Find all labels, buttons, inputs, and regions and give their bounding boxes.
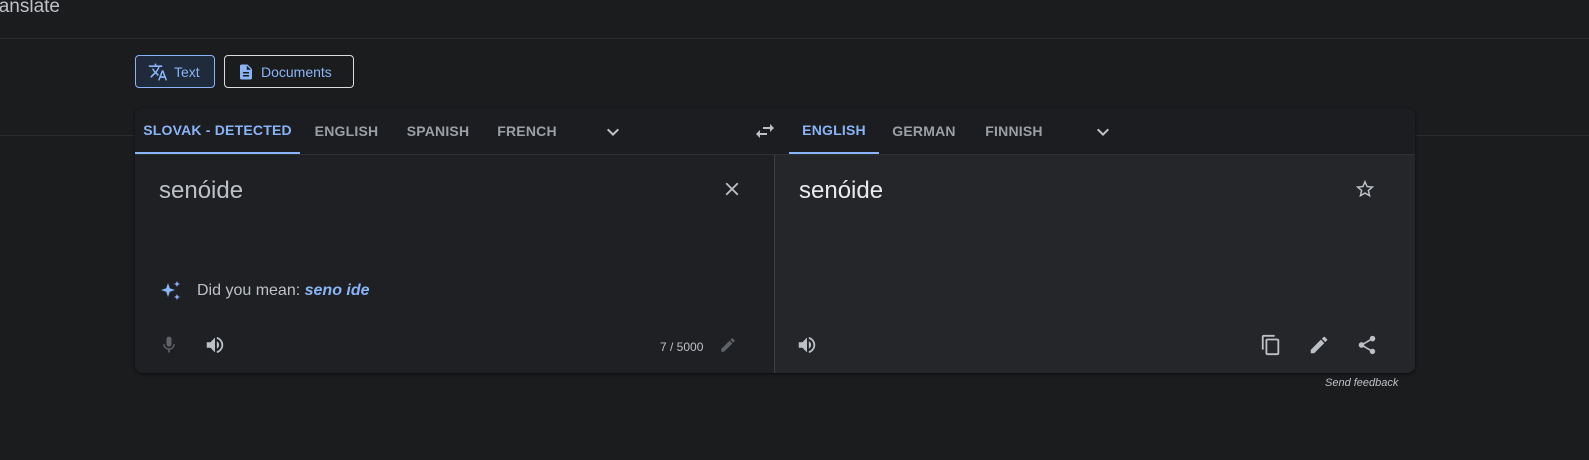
translate-page: Google Translate Text Documents SLOVAK -… [0, 0, 1589, 460]
sparkle-icon [161, 281, 180, 300]
target-speaker-icon[interactable] [793, 331, 821, 359]
translated-text: senóide [799, 177, 884, 204]
target-lang-tab-english[interactable]: ENGLISH [789, 108, 879, 154]
target-lang-tab-finnish[interactable]: FINNISH [969, 108, 1059, 154]
header-divider [0, 38, 1589, 39]
did-you-mean-suggestion-link[interactable]: seno ide [305, 282, 370, 299]
character-counter: 7 / 5000 [660, 340, 704, 354]
microphone-icon[interactable] [155, 331, 183, 359]
language-bar: SLOVAK - DETECTED ENGLISH SPANISH FRENCH… [135, 108, 1415, 155]
source-lang-tab-spanish[interactable]: SPANISH [393, 108, 483, 154]
share-icon[interactable] [1353, 331, 1381, 359]
translate-icon [148, 63, 168, 80]
clear-source-close-icon[interactable] [718, 175, 746, 203]
text-mode-label: Text [174, 63, 200, 80]
target-lang-more-chevron-down-icon[interactable] [1091, 120, 1115, 144]
document-icon [240, 64, 252, 79]
text-mode-button[interactable]: Text [135, 55, 215, 88]
source-text-input[interactable]: senóide [159, 177, 243, 205]
source-lang-more-chevron-down-icon[interactable] [601, 120, 625, 144]
edit-pencil-icon[interactable] [714, 331, 742, 359]
swap-languages-icon[interactable] [753, 119, 777, 143]
source-lang-tab-english[interactable]: ENGLISH [300, 108, 393, 154]
edit-translation-pencil-icon[interactable] [1305, 331, 1333, 359]
did-you-mean-label: Did you mean: [197, 282, 301, 299]
copy-icon[interactable] [1257, 331, 1285, 359]
send-feedback-link[interactable]: Send feedback [1325, 377, 1398, 389]
documents-mode-label: Documents [261, 63, 332, 80]
source-pane[interactable]: senóide Did you mean: seno ide 7 / 5000 [135, 155, 774, 373]
target-pane: senóide [775, 155, 1415, 373]
source-lang-tab-detected[interactable]: SLOVAK - DETECTED [135, 108, 300, 154]
save-translation-star-icon[interactable] [1351, 175, 1379, 203]
translation-card: SLOVAK - DETECTED ENGLISH SPANISH FRENCH… [135, 108, 1415, 373]
target-lang-tab-german[interactable]: GERMAN [879, 108, 969, 154]
did-you-mean: Did you mean: seno ide [159, 279, 370, 303]
documents-mode-button[interactable]: Documents [224, 55, 354, 88]
source-speaker-icon[interactable] [201, 331, 229, 359]
app-title: Google Translate [0, 0, 60, 17]
source-lang-tab-french[interactable]: FRENCH [483, 108, 571, 154]
